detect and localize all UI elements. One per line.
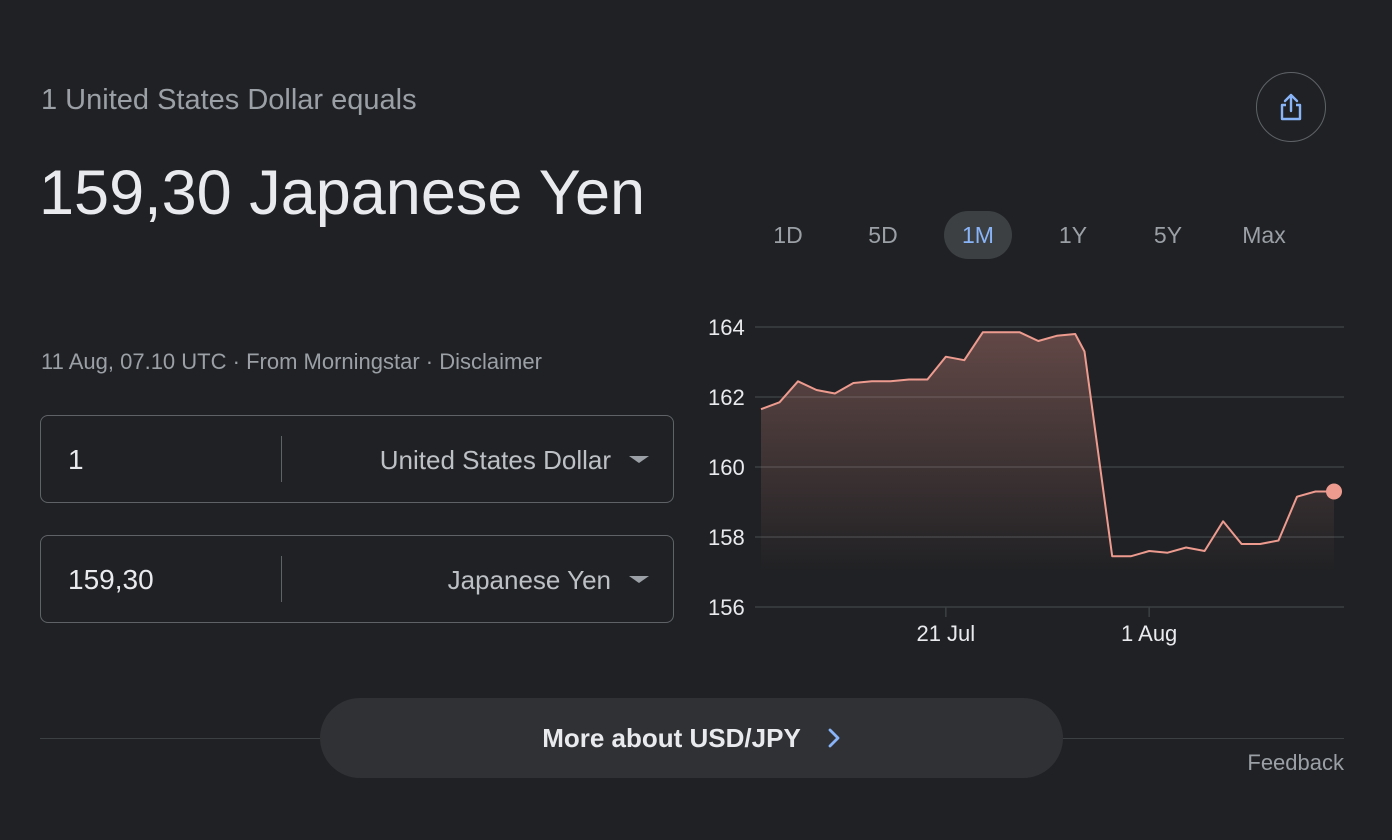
y-tick-label: 164 [708,315,745,340]
range-tab-1d[interactable]: 1D [754,211,822,259]
dropdown-caret-icon[interactable] [629,456,649,463]
range-tab-5d[interactable]: 5D [849,211,917,259]
conversion-subtitle: 1 United States Dollar equals [41,84,417,116]
to-currency-select[interactable]: Japanese Yen [448,536,611,624]
y-tick-label: 156 [708,595,745,620]
timestamp: 11 Aug, 07.10 UTC [41,349,227,374]
range-tab-5y[interactable]: 5Y [1134,211,1202,259]
more-about-button[interactable]: More about USD/JPY [320,698,1063,778]
to-currency-row: 159,30 Japanese Yen [40,535,674,623]
dropdown-caret-icon[interactable] [629,576,649,583]
x-tick-label: 21 Jul [916,621,975,646]
disclaimer-link[interactable]: Disclaimer [439,349,542,374]
share-button[interactable] [1256,72,1326,142]
to-amount-input[interactable]: 159,30 [68,536,268,624]
range-tab-1m[interactable]: 1M [944,211,1012,259]
divider-line [40,738,322,739]
feedback-link[interactable]: Feedback [1247,750,1344,776]
divider [281,436,282,482]
y-tick-label: 158 [708,525,745,550]
range-tab-1y[interactable]: 1Y [1039,211,1107,259]
series-area [761,332,1334,572]
rate-meta: 11 Aug, 07.10 UTC · From Morningstar · D… [41,349,542,375]
price-chart[interactable]: 164 162 160 158 156 21 Jul 1 Aug [700,300,1360,660]
divider-line [1062,738,1344,739]
meta-separator: · [419,349,440,374]
from-amount-input[interactable]: 1 [68,416,268,504]
more-about-label: More about USD/JPY [542,722,801,753]
share-icon [1280,93,1302,121]
from-currency-select[interactable]: United States Dollar [380,416,611,504]
from-currency-row: 1 United States Dollar [40,415,674,503]
range-tab-max[interactable]: Max [1230,211,1298,259]
chevron-right-icon [828,728,840,748]
divider [281,556,282,602]
x-tick-label: 1 Aug [1121,621,1177,646]
meta-separator: · [226,349,247,374]
conversion-result: 159,30 Japanese Yen [39,158,646,228]
current-point-marker [1326,483,1342,500]
y-tick-label: 160 [708,455,745,480]
source-link[interactable]: From Morningstar [246,349,420,374]
y-tick-label: 162 [708,385,745,410]
